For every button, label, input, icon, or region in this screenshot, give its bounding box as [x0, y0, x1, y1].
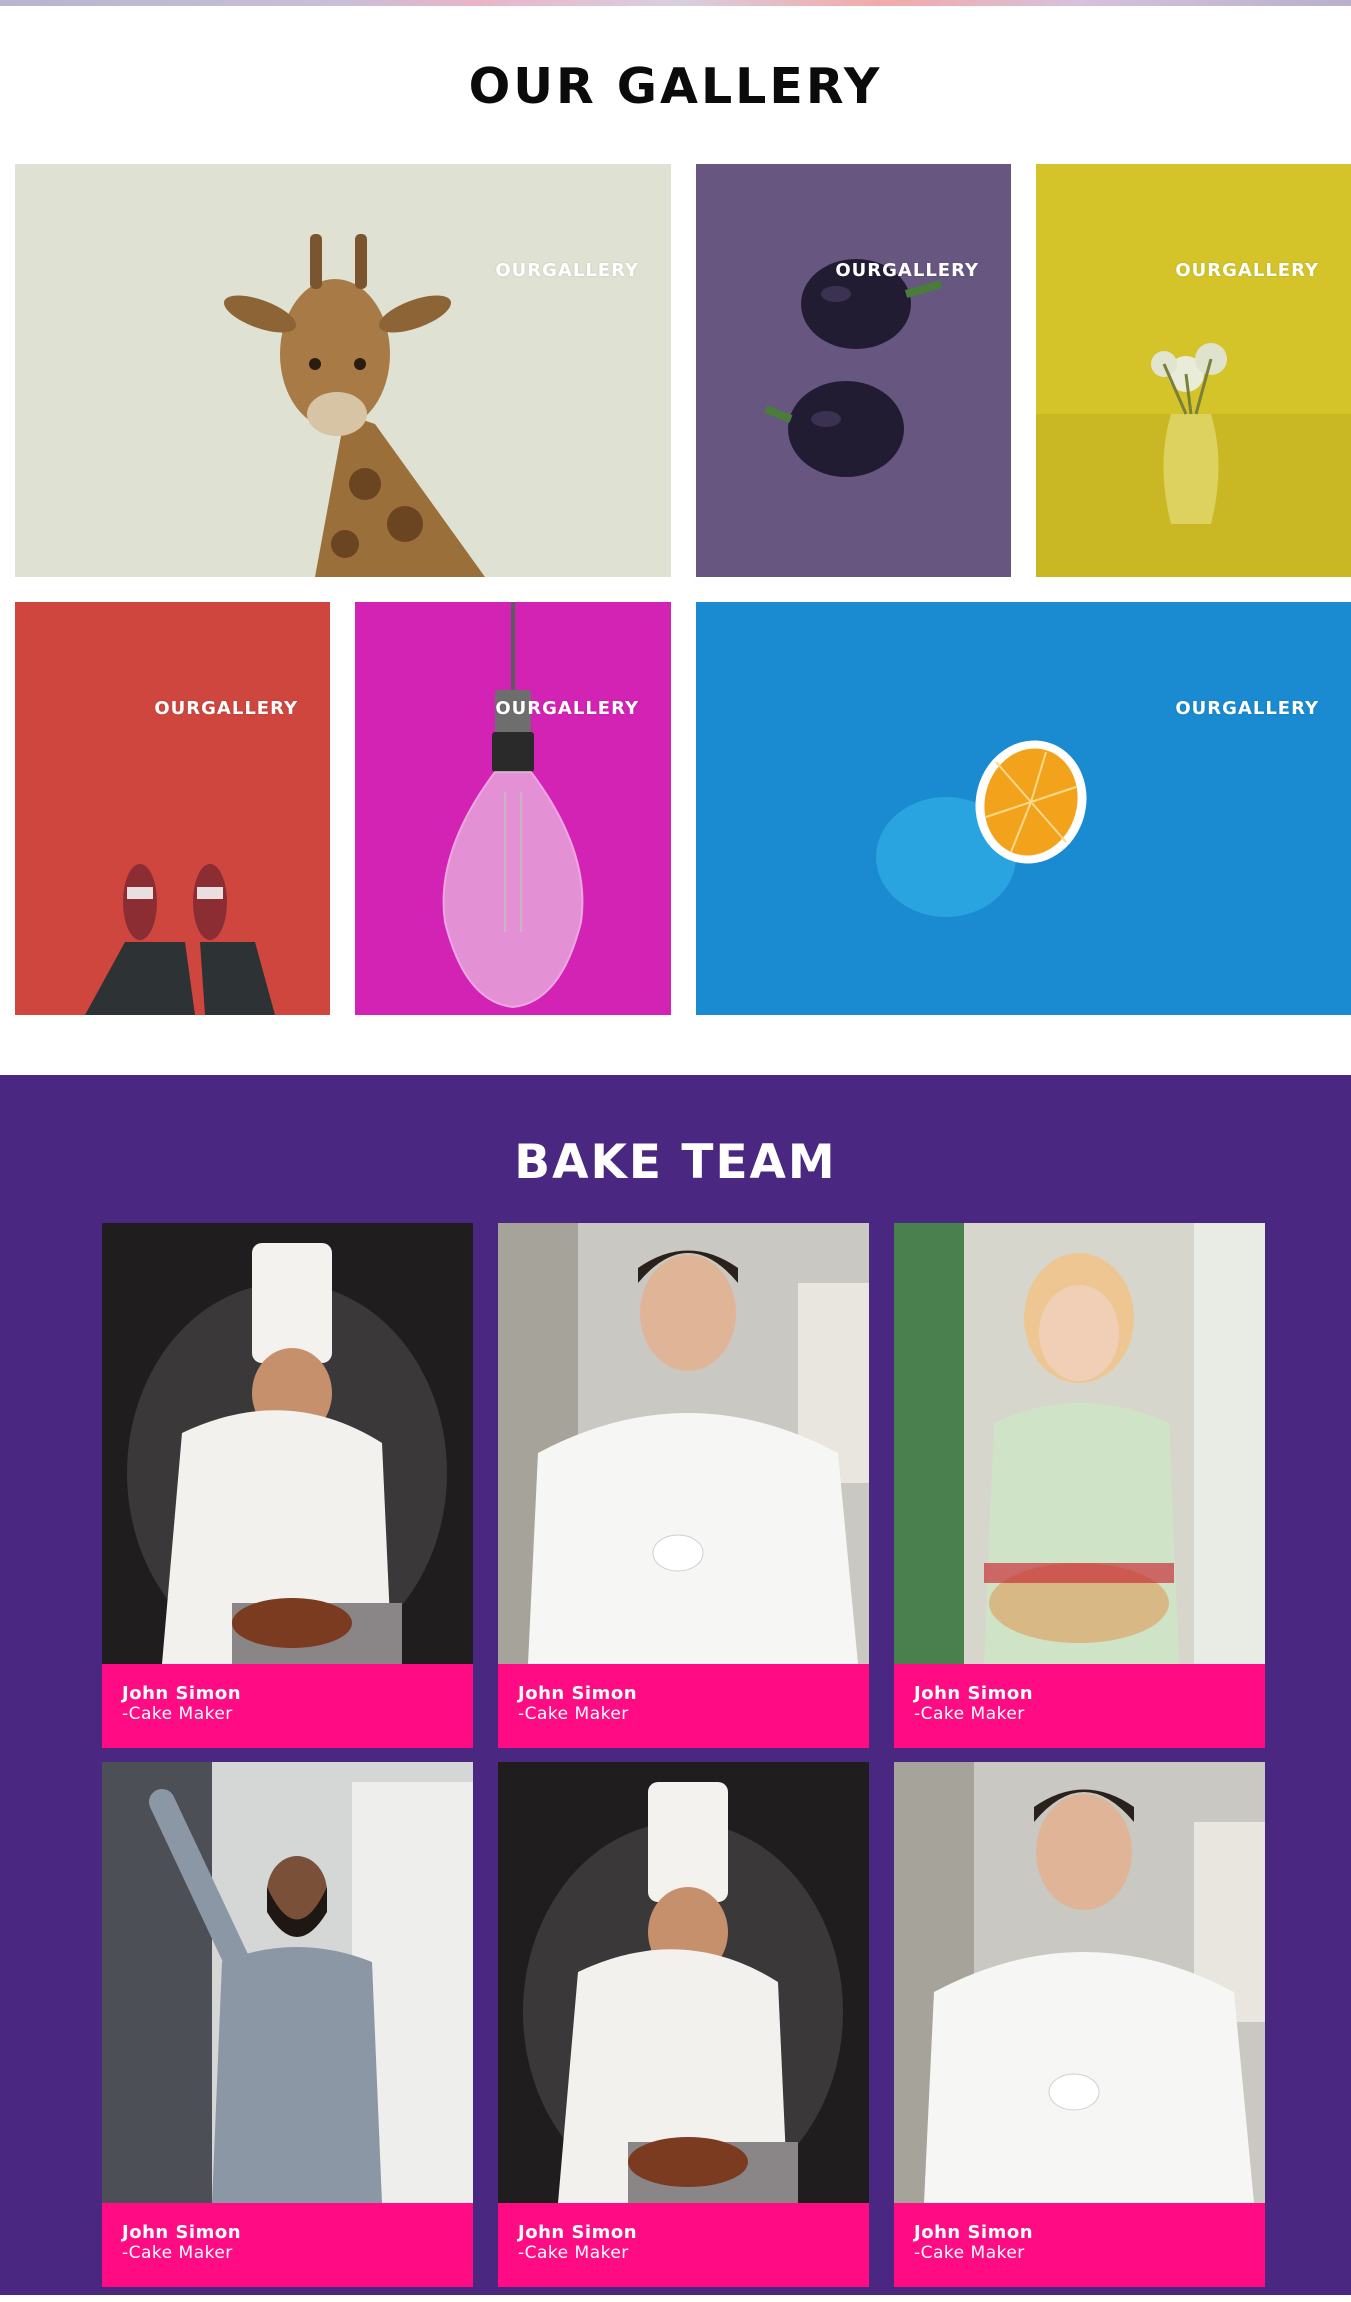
member-name: John Simon	[914, 1683, 1034, 1704]
vase-image	[1036, 164, 1351, 577]
gallery-tile-orange[interactable]: OURGALLERY	[696, 602, 1351, 1015]
team-card[interactable]: John Simon -Cake Maker	[894, 1762, 1265, 2287]
member-name: John Simon	[122, 2222, 242, 2243]
shoes-image	[15, 602, 330, 1015]
gallery-tile-shoes[interactable]: OURGALLERY	[15, 602, 330, 1015]
gallery-tile-vase[interactable]: OURGALLERY	[1036, 164, 1351, 577]
member-role: -Cake Maker	[122, 1704, 233, 1724]
gallery-section: OUR GALLERY OURGALLERY OURGALLERY OURGAL…	[0, 6, 1351, 1075]
giraffe-image	[15, 164, 671, 577]
team-card[interactable]: John Simon -Cake Maker	[498, 1223, 869, 1748]
team-photo	[894, 1223, 1265, 1664]
gallery-tile-bulb[interactable]: OURGALLERY	[355, 602, 671, 1015]
member-role: -Cake Maker	[518, 1704, 629, 1724]
team-card[interactable]: John Simon -Cake Maker	[498, 1762, 869, 2287]
member-role: -Cake Maker	[914, 1704, 1025, 1724]
orange-image	[696, 602, 1351, 1015]
team-card[interactable]: John Simon -Cake Maker	[894, 1223, 1265, 1748]
gallery-tile-label: OURGALLERY	[1175, 698, 1319, 719]
member-name: John Simon	[518, 2222, 638, 2243]
member-name: John Simon	[122, 1683, 242, 1704]
gallery-tile-giraffe[interactable]: OURGALLERY	[15, 164, 671, 577]
member-name: John Simon	[518, 1683, 638, 1704]
member-role: -Cake Maker	[914, 2243, 1025, 2263]
member-role: -Cake Maker	[518, 2243, 629, 2263]
member-name: John Simon	[914, 2222, 1034, 2243]
team-photo	[498, 1762, 869, 2203]
team-photo	[102, 1223, 473, 1664]
team-card[interactable]: John Simon -Cake Maker	[102, 1223, 473, 1748]
eggplant-image	[696, 164, 1011, 577]
gallery-title: OUR GALLERY	[468, 58, 883, 115]
team-photo	[102, 1762, 473, 2203]
gallery-tile-eggplants[interactable]: OURGALLERY	[696, 164, 1011, 577]
bake-team-section: BAKE TEAM John Simon -Cake Maker John Si…	[0, 1075, 1351, 2295]
gallery-tile-label: OURGALLERY	[495, 260, 639, 281]
gallery-tile-label: OURGALLERY	[154, 698, 298, 719]
lightbulb-image	[355, 602, 671, 1015]
team-photo	[498, 1223, 869, 1664]
team-card[interactable]: John Simon -Cake Maker	[102, 1762, 473, 2287]
gallery-tile-label: OURGALLERY	[495, 698, 639, 719]
team-title: BAKE TEAM	[514, 1135, 837, 1190]
gallery-tile-label: OURGALLERY	[835, 260, 979, 281]
team-photo	[894, 1762, 1265, 2203]
member-role: -Cake Maker	[122, 2243, 233, 2263]
gallery-tile-label: OURGALLERY	[1175, 260, 1319, 281]
